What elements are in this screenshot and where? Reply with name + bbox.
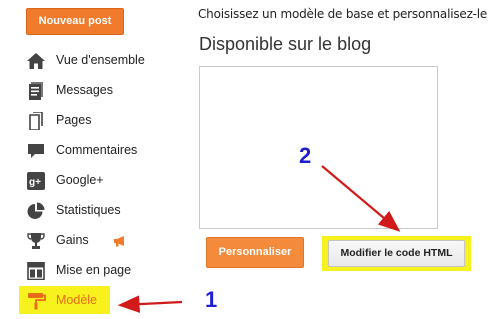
annotation-arrows xyxy=(117,165,401,313)
arrow-to-edit-html xyxy=(321,165,401,232)
arrow-to-template xyxy=(117,295,183,313)
